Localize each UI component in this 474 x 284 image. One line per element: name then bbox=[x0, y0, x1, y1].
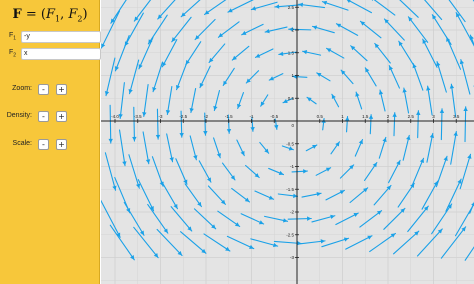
x-tick-label: -2 bbox=[204, 114, 208, 119]
formula-F: F bbox=[12, 7, 22, 22]
vector-arrow-shaft bbox=[440, 108, 443, 141]
y-tick-label: -0.5 bbox=[286, 141, 294, 146]
y-tick-label: 2.5 bbox=[288, 5, 295, 10]
x-tick-label: -1.5 bbox=[225, 114, 233, 119]
y-tick-label: -1.5 bbox=[286, 187, 294, 192]
y-tick-label: 1.5 bbox=[288, 50, 295, 55]
f2-label: F2 bbox=[9, 49, 19, 58]
scale-label: Scale: bbox=[12, 140, 32, 147]
y-tick-label: -3 bbox=[290, 255, 294, 260]
vector-field-plot[interactable]: -4.0 -3.5 -3 -2.5 -2 -1.5 -1 -0.5 0.5 1 1.5 2 2.5 3 3.… bbox=[101, 0, 474, 284]
f1-label-sub: 1 bbox=[13, 35, 17, 42]
density-decrease-button[interactable]: - bbox=[38, 111, 49, 122]
vector-arrow-shaft bbox=[464, 106, 467, 143]
control-panel: F = (F1, F2) F1 -y F2 x Zoom: - + Densit… bbox=[0, 0, 101, 284]
vector-arrow-shaft bbox=[109, 104, 112, 144]
f1-label: F1 bbox=[9, 32, 19, 41]
y-tick-label: -2.5 bbox=[286, 232, 294, 237]
x-tick-label: 3.5 bbox=[453, 114, 460, 119]
x-tick-label: 2.5 bbox=[408, 114, 415, 119]
scale-row: Scale: - + bbox=[0, 139, 100, 151]
f2-label-sub: 2 bbox=[13, 52, 17, 59]
f1-input[interactable]: -y bbox=[21, 30, 101, 43]
vector-field-formula: F = (F1, F2) bbox=[0, 7, 100, 24]
f1-row: F1 -y bbox=[9, 30, 101, 43]
scale-decrease-button[interactable]: - bbox=[38, 139, 49, 150]
x-tick-label: -1 bbox=[249, 114, 253, 119]
zoom-row: Zoom: - + bbox=[0, 84, 100, 96]
formula-F1: F bbox=[45, 7, 55, 22]
formula-F2: F bbox=[68, 7, 78, 22]
scale-increase-button[interactable]: + bbox=[56, 139, 67, 150]
f2-row: F2 x bbox=[9, 47, 101, 60]
f2-input[interactable]: x bbox=[21, 47, 101, 60]
x-tick-label: -4.0 bbox=[111, 114, 119, 119]
x-tick-label: -0.5 bbox=[270, 114, 278, 119]
x-tick-label: -3 bbox=[158, 114, 162, 119]
density-increase-button[interactable]: + bbox=[56, 111, 67, 122]
density-label: Density: bbox=[6, 112, 32, 119]
y-tick-label: 0.5 bbox=[288, 96, 295, 101]
y-tick-label: -1 bbox=[290, 164, 294, 169]
vector-arrow-shaft bbox=[133, 106, 135, 142]
zoom-out-button[interactable]: - bbox=[38, 84, 49, 95]
formula-close: ) bbox=[82, 7, 88, 22]
x-tick-label: -2.5 bbox=[179, 114, 187, 119]
zoom-in-button[interactable]: + bbox=[56, 84, 67, 95]
formula-eq: = ( bbox=[21, 7, 46, 22]
x-tick-label: 1.5 bbox=[362, 114, 369, 119]
zoom-label: Zoom: bbox=[12, 85, 32, 92]
y-tick-label: -2 bbox=[290, 210, 294, 215]
x-tick-label: -3.5 bbox=[134, 114, 142, 119]
x-tick-label: 0.5 bbox=[317, 114, 324, 119]
density-row: Density: - + bbox=[0, 111, 100, 123]
